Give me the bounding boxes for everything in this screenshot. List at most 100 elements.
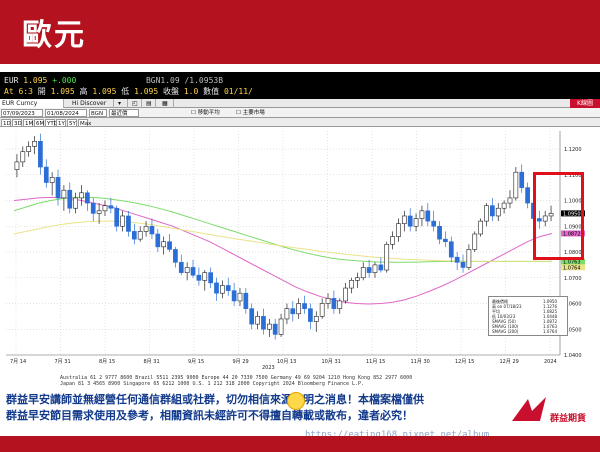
candle-body (290, 308, 296, 315)
ma-checkbox[interactable]: ☐ 移動平均 (190, 109, 232, 117)
high-label: 高 (79, 87, 88, 96)
period-1m[interactable]: 1M (23, 119, 33, 127)
candle-body (484, 205, 489, 222)
candle-body (472, 233, 478, 250)
main-market-checkbox-label: 主要市場 (242, 110, 265, 116)
brand-logo: 群益期貨 (512, 397, 586, 424)
candle-body (220, 285, 225, 294)
candle-body (32, 140, 37, 147)
candle-body (355, 277, 360, 281)
candle-body (296, 303, 302, 315)
candle-body (131, 231, 137, 240)
open-value: 1.095 (50, 87, 75, 96)
candle-body (331, 298, 337, 309)
candle-body (43, 166, 49, 183)
x-tick-label: 7月 31 (55, 359, 71, 365)
x-tick-label: 12月 29 (500, 359, 519, 365)
legend-value: 1.0764 (543, 329, 557, 334)
main-market-checkbox[interactable]: ☐ 主要市場 (235, 109, 277, 117)
period-5y[interactable]: 5Y (67, 119, 77, 127)
candle-body (214, 282, 219, 294)
candle-body (466, 249, 472, 268)
candle-body (372, 264, 378, 273)
sun-mascot-icon (287, 392, 305, 410)
candle-body (120, 215, 125, 227)
low-value: 1.095 (134, 87, 159, 96)
candle-body (196, 274, 202, 281)
candle-body (272, 323, 278, 335)
vol-label: 數值 (203, 87, 220, 96)
candle-body (360, 267, 366, 279)
open-label: 開 (37, 87, 46, 96)
candle-body (243, 292, 249, 309)
candle-body (525, 187, 530, 204)
legend-label: SMAVG (200) (492, 329, 519, 334)
brand-name: 群益期貨 (549, 412, 586, 424)
last-price: 1.095 (23, 76, 48, 85)
security-field[interactable]: EUR Curncy (0, 99, 64, 108)
period-ytd[interactable]: YTD (45, 119, 58, 127)
candle-body (507, 197, 513, 204)
candle-body (155, 233, 161, 248)
candle-body (255, 316, 260, 325)
x-tick-label: 8月 15 (99, 359, 115, 365)
candle-body (126, 215, 131, 232)
candle-chart-button[interactable]: K線圖 (570, 99, 600, 108)
candle-body (184, 267, 190, 273)
toolbar-icon-4[interactable]: ▦ (160, 99, 174, 108)
title-bar: 歐元 (0, 0, 600, 64)
candle-body (237, 292, 243, 302)
y-tick-label: 1.0700 (564, 276, 582, 282)
close-value: 1.0 (183, 87, 199, 96)
disclaimer-line-1: 群益早安講師並無經營任何通信群組或社群，切勿相信來源不明之消息！本檔案檔僅供 (6, 393, 424, 406)
period-1d[interactable]: 1D (1, 119, 11, 127)
ticker: EUR (4, 76, 19, 85)
toolbar-icon-1[interactable]: ▾ (116, 99, 128, 108)
candle-body (261, 316, 266, 330)
quote-at: At (4, 87, 14, 96)
period-bar: 1D 3D 1M 6M YTD 1Y 5Y Max (0, 118, 600, 127)
bgn-quote: BGN1.09 /1.0953B (145, 76, 224, 85)
candle-body (454, 256, 460, 263)
candle-body (137, 231, 143, 240)
candle-body (413, 218, 419, 227)
price-change: +.000 (52, 76, 77, 85)
footer-line-2: Japan 81 3 4565 8900 Singapore 65 6212 1… (60, 381, 365, 387)
period-select[interactable]: 最近價 (109, 109, 139, 117)
candle-body (448, 241, 454, 258)
candle-body (225, 285, 231, 291)
x-tick-label: 10月 31 (322, 359, 341, 365)
candle-body (513, 171, 519, 199)
period-max[interactable]: Max (78, 119, 91, 127)
toolbar-icon-2[interactable]: ◰ (130, 99, 142, 108)
candle-body (313, 316, 319, 322)
period-6m[interactable]: 6M (34, 119, 44, 127)
period-3d[interactable]: 3D (12, 119, 22, 127)
source-select[interactable]: BGN (89, 109, 107, 117)
high-value: 1.095 (92, 87, 117, 96)
quote-date: 01/11/ (223, 87, 253, 96)
date-to-input[interactable]: 01/08/2024 (45, 109, 87, 117)
candle-body (266, 323, 272, 330)
toolbar: EUR Curncy Hi Discover ▾ ◰ ▤ ▦ K線圖 (0, 99, 600, 108)
candle-body (519, 171, 525, 188)
y-tick-label: 1.0400 (564, 353, 582, 359)
x-tick-label: 2024 (544, 359, 557, 365)
candle-body (149, 225, 155, 235)
disclaimer-line-2: 群益早安節目需求使用及參考，相關資訊未經許可不得擅自轉載或散布，違者必究！ (6, 409, 413, 422)
discover-button[interactable]: Hi Discover (70, 99, 114, 108)
quote-time: 6:3 (18, 87, 33, 96)
toolbar-icon-3[interactable]: ▤ (144, 99, 156, 108)
date-from-input[interactable]: 07/09/2023 (1, 109, 43, 117)
ma-value-label: 1.0764 (563, 265, 581, 271)
candle-body (302, 303, 307, 309)
candle-body (178, 262, 184, 273)
candle-body (231, 290, 237, 302)
candle-body (208, 272, 213, 284)
candle-body (349, 280, 354, 289)
candle-body (102, 205, 108, 212)
period-1y[interactable]: 1Y (56, 119, 66, 127)
candle-body (501, 202, 507, 209)
candle-body (278, 318, 284, 335)
candle-body (419, 210, 425, 219)
